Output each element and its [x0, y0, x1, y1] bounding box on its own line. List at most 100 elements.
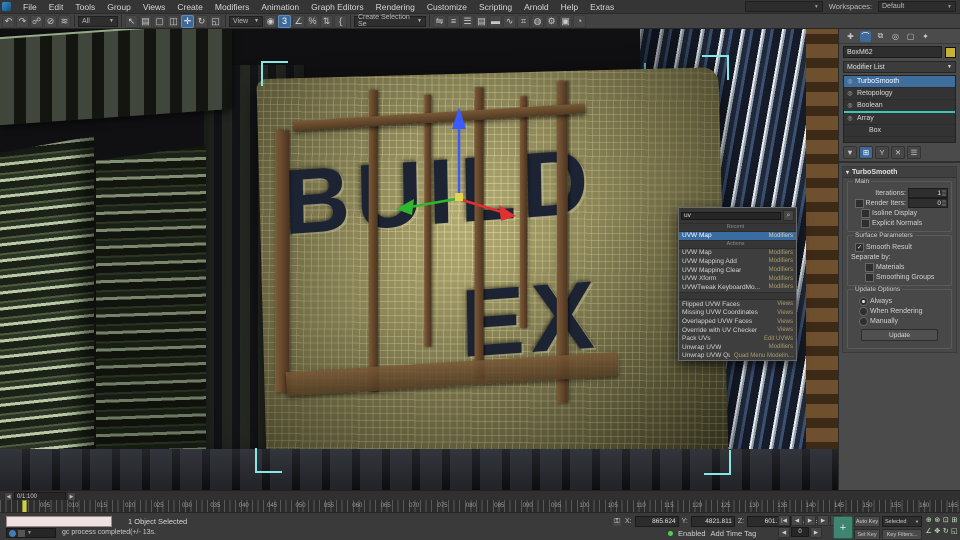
search-result-row[interactable]: Recent [679, 223, 796, 232]
tab-create[interactable]: ✚ [845, 31, 856, 42]
selection-lock-icon[interactable]: ⚿ [612, 517, 622, 527]
materials-checkbox[interactable] [865, 263, 874, 272]
enabled-label[interactable]: Enabled [678, 529, 706, 538]
rollout-header[interactable]: ▾TurboSmooth [843, 167, 956, 178]
snap-toggle-icon[interactable]: 3 [278, 15, 291, 28]
curve-editor-icon[interactable]: ∿ [503, 15, 516, 28]
reference-coordinate-system-dropdown[interactable]: View▼ [229, 16, 263, 27]
search-icon[interactable]: ⌕ [783, 210, 794, 221]
search-result-row[interactable]: UVW Mapping ClearModifiers [679, 266, 796, 275]
modifier-stack-row[interactable]: ◎ Array [844, 113, 955, 125]
zoom-all-icon[interactable]: ⊛ [934, 515, 942, 525]
named-selection-sets-dropdown[interactable]: Create Selection Se▼ [354, 16, 426, 27]
select-and-rotate-icon[interactable]: ↻ [195, 15, 208, 28]
previous-frame-small-button[interactable]: ◀ [778, 527, 790, 538]
menu-item[interactable]: Graph Editors [305, 2, 369, 12]
material-editor-icon[interactable]: ◍ [531, 15, 544, 28]
toggle-layer-explorer-icon[interactable]: ▤ [475, 15, 488, 28]
search-result-row[interactable]: Pack UVsEdit UVWs [679, 334, 796, 343]
pin-stack-icon[interactable]: ▼ [843, 146, 857, 159]
use-pivot-center-icon[interactable]: ◉ [264, 15, 277, 28]
undo-icon[interactable]: ↶ [2, 15, 15, 28]
toggle-scene-explorer-icon[interactable]: ☰ [461, 15, 474, 28]
remove-modifier-icon[interactable]: ✕ [891, 146, 905, 159]
menu-item[interactable]: Rendering [370, 2, 421, 12]
rendered-frame-window-icon[interactable]: ▣ [559, 15, 572, 28]
update-button[interactable]: Update [861, 329, 938, 341]
tab-display[interactable]: ▢ [905, 31, 916, 42]
key-mode-dropdown[interactable]: Selected▼ [882, 516, 922, 527]
spinner-snap-icon[interactable]: ⇅ [320, 15, 333, 28]
search-result-row[interactable]: Actions [679, 240, 796, 249]
mirror-icon[interactable]: ⇋ [433, 15, 446, 28]
render-production-icon[interactable]: ◔ [573, 15, 586, 28]
pan-icon[interactable]: ✥ [934, 526, 942, 536]
search-result-row[interactable]: UVW MapModifiers [679, 249, 796, 258]
window-crossing-icon[interactable]: ◫ [167, 15, 180, 28]
next-frame-small-button[interactable]: ▶ [810, 527, 822, 538]
angle-snap-icon[interactable]: ∠ [292, 15, 305, 28]
current-frame-field[interactable]: 0 [791, 527, 809, 537]
listener-toolbar[interactable]: ▼ [6, 528, 56, 538]
bind-to-spacewarp-icon[interactable]: ≋ [58, 15, 71, 28]
modifier-stack-row[interactable]: ◎ Boolean [844, 100, 955, 113]
search-result-row[interactable]: UVW XformModifiers [679, 274, 796, 283]
selected-sign-building-wireframe[interactable]: BUILD EX [256, 67, 729, 490]
make-unique-icon[interactable]: Y [875, 146, 889, 159]
tab-utilities[interactable]: ✦ [920, 31, 931, 42]
set-key-button[interactable]: Set Key [854, 529, 880, 540]
zoom-extents-all-icon[interactable]: ⊞ [951, 515, 959, 525]
always-radio[interactable] [859, 297, 868, 306]
iterations-spinner[interactable]: 1 [908, 188, 948, 198]
menu-item[interactable]: Help [555, 2, 584, 12]
modifier-stack-row[interactable]: ◎ Retopology [844, 88, 955, 100]
set-keys-button[interactable]: + [833, 516, 853, 539]
visibility-icon[interactable]: ◎ [846, 90, 854, 97]
explicit-normals-checkbox[interactable] [861, 219, 870, 228]
field-of-view-icon[interactable]: ∠ [925, 526, 933, 536]
edit-named-selection-sets-icon[interactable]: { [334, 15, 347, 28]
render-setup-icon[interactable]: ⚙ [545, 15, 558, 28]
orbit-icon[interactable]: ↻ [942, 526, 950, 536]
smoothing-groups-checkbox[interactable] [865, 273, 874, 282]
schematic-view-icon[interactable]: ⌗ [517, 15, 530, 28]
configure-modifier-sets-icon[interactable]: ☰ [907, 146, 921, 159]
search-input[interactable] [681, 212, 781, 220]
menu-item[interactable]: Edit [43, 2, 70, 12]
workspaces-dropdown[interactable]: Default▼ [878, 1, 956, 12]
x-coordinate-field[interactable]: 865.624 [635, 516, 679, 527]
render-iters-spinner[interactable]: 0 [908, 198, 948, 208]
manually-radio[interactable] [859, 317, 868, 326]
key-filters-button[interactable]: Key Filters... [882, 529, 922, 540]
add-time-tag[interactable]: Add Time Tag [711, 529, 757, 538]
tab-hierarchy[interactable]: ⧉ [875, 31, 886, 42]
visibility-icon[interactable]: ◎ [846, 102, 854, 109]
select-object-icon[interactable]: ↖ [125, 15, 138, 28]
zoom-extents-icon[interactable]: ⊡ [942, 515, 950, 525]
zoom-icon[interactable]: ⊕ [925, 515, 933, 525]
menu-item[interactable]: Arnold [518, 2, 555, 12]
select-and-link-icon[interactable]: ☍ [30, 15, 43, 28]
percent-snap-icon[interactable]: % [306, 15, 319, 28]
app-logo-icon[interactable] [2, 2, 11, 11]
menu-item[interactable]: Views [137, 2, 172, 12]
when-rendering-radio[interactable] [859, 307, 868, 316]
select-by-name-icon[interactable]: ▤ [139, 15, 152, 28]
modifier-stack-row[interactable]: Box [844, 125, 955, 137]
menu-item[interactable]: Customize [421, 2, 473, 12]
menu-item[interactable]: File [17, 2, 43, 12]
tab-modify[interactable]: ⌒ [860, 31, 871, 42]
render-iters-checkbox[interactable] [855, 199, 864, 208]
menu-item[interactable]: Create [171, 2, 209, 12]
selection-filter-dropdown[interactable]: All▼ [78, 16, 118, 27]
redo-icon[interactable]: ↷ [16, 15, 29, 28]
maxscript-mini-listener[interactable] [6, 516, 112, 527]
select-and-scale-icon[interactable]: ◱ [209, 15, 222, 28]
search-result-row[interactable]: Unwrap UVWModifiers [679, 343, 796, 352]
search-result-row[interactable]: UVW MapModifiers [679, 232, 796, 241]
menu-item[interactable]: Scripting [473, 2, 518, 12]
visibility-icon[interactable]: ◎ [846, 78, 854, 85]
search-result-row[interactable]: Override with UV CheckerViews [679, 326, 796, 335]
search-result-row[interactable] [679, 292, 796, 301]
search-result-row[interactable]: Flipped UVW FacesViews [679, 300, 796, 309]
